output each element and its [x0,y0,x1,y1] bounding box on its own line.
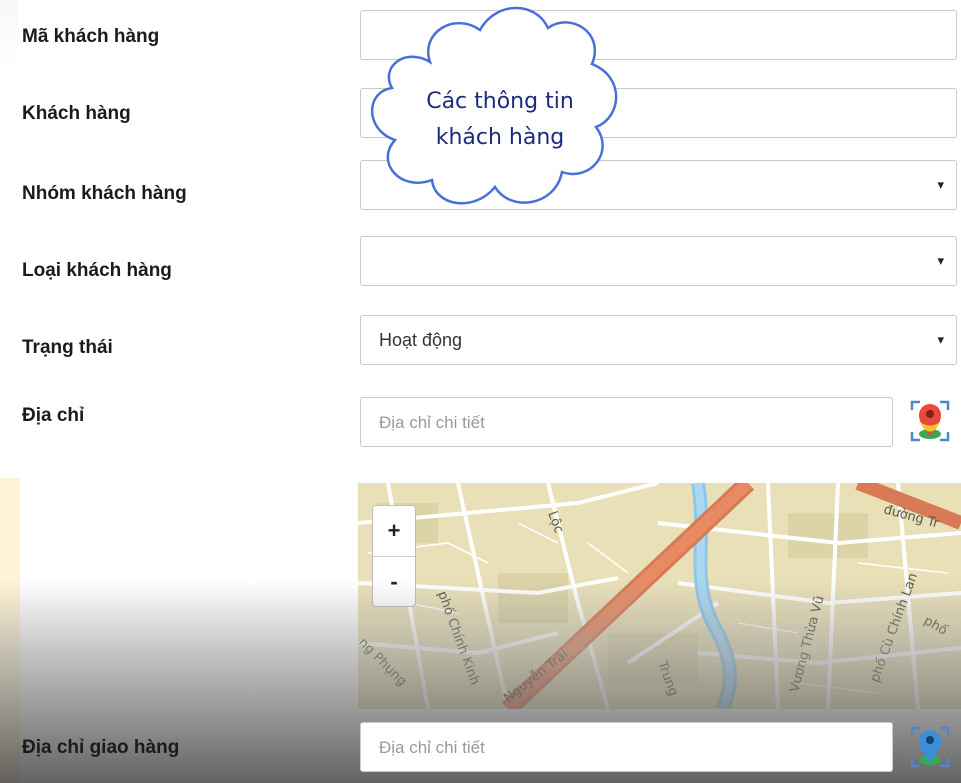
delivery-address-input[interactable]: Địa chỉ chi tiết [360,722,893,772]
address-map[interactable]: Lộc phố Chính Kinh Nguyễn Trãi Trung Vươ… [358,483,961,709]
status-select[interactable]: Hoạt động ▾ [360,315,957,365]
map-tiles: Lộc phố Chính Kinh Nguyễn Trãi Trung Vươ… [358,483,961,709]
delivery-address-locate-button[interactable] [908,722,952,772]
delivery-address-label: Địa chỉ giao hàng [22,737,180,758]
zoom-in-button[interactable]: + [373,506,415,556]
customer-type-label: Loại khách hàng [22,260,172,281]
zoom-out-button[interactable]: - [373,557,415,607]
address-label: Địa chỉ [22,405,85,426]
chevron-down-icon: ▾ [937,177,944,192]
edge-shade [0,0,18,68]
status-value: Hoạt động [379,330,463,350]
address-placeholder: Địa chỉ chi tiết [379,413,485,432]
callout-line-1: Các thông tin [426,89,574,114]
callout-text: Các thông tin khách hàng [360,84,640,156]
address-locate-button[interactable] [908,396,952,446]
map-pin-icon [910,400,950,442]
customer-type-select[interactable]: ▾ [360,236,957,286]
customer-label: Khách hàng [22,103,131,124]
side-strip [0,478,20,783]
callout-line-2: khách hàng [435,125,565,150]
customer-group-label: Nhóm khách hàng [22,183,187,204]
address-input[interactable]: Địa chỉ chi tiết [360,397,893,447]
delivery-address-placeholder: Địa chỉ chi tiết [379,738,485,757]
customer-code-label: Mã khách hàng [22,26,160,47]
chevron-down-icon: ▾ [937,253,944,268]
status-label: Trạng thái [22,337,113,358]
map-zoom-control: + - [372,505,416,607]
map-pin-icon [910,726,950,768]
chevron-down-icon: ▾ [937,332,944,347]
